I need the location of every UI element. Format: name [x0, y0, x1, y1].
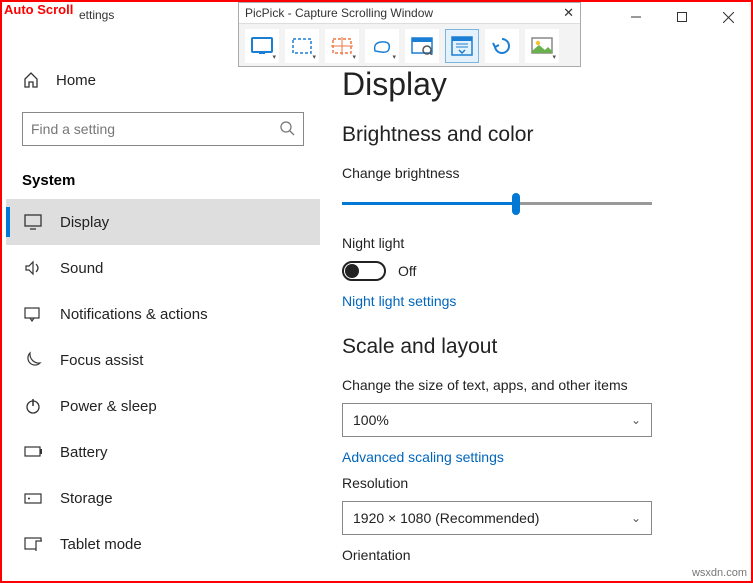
sidebar-item-battery[interactable]: Battery	[6, 429, 320, 475]
freehand-capture-button[interactable]: ▾	[365, 29, 399, 63]
display-icon	[24, 213, 42, 231]
sidebar-item-label: Tablet mode	[60, 536, 142, 553]
window-minimize-button[interactable]	[613, 3, 659, 31]
search-input[interactable]: Find a setting	[22, 112, 304, 146]
home-label: Home	[56, 72, 96, 89]
fullscreen-capture-button[interactable]: ▾	[245, 29, 279, 63]
scale-label: Change the size of text, apps, and other…	[342, 377, 715, 393]
brightness-section-heading: Brightness and color	[342, 123, 715, 147]
scale-value: 100%	[353, 412, 389, 428]
scale-dropdown[interactable]: 100% ⌄	[342, 403, 652, 437]
slider-thumb[interactable]	[512, 193, 520, 215]
scale-section-heading: Scale and layout	[342, 335, 715, 359]
chevron-down-icon: ⌄	[631, 511, 641, 525]
sidebar-item-label: Focus assist	[60, 352, 143, 369]
sidebar-item-label: Storage	[60, 490, 113, 507]
window-title: ettings	[79, 8, 114, 22]
auto-scroll-label: Auto Scroll	[3, 2, 74, 17]
nightlight-state: Off	[398, 263, 416, 279]
search-placeholder: Find a setting	[31, 121, 115, 137]
sidebar-item-label: Power & sleep	[60, 398, 157, 415]
repeat-capture-button[interactable]	[485, 29, 519, 63]
sidebar-item-display[interactable]: Display	[6, 199, 320, 245]
focus-assist-icon	[24, 351, 42, 369]
slider-fill	[342, 202, 516, 205]
brightness-label: Change brightness	[342, 165, 715, 181]
scrolling-window-capture-button[interactable]	[445, 29, 479, 63]
orientation-label: Orientation	[342, 547, 715, 563]
picpick-close-button[interactable]: ✕	[563, 5, 574, 21]
storage-icon	[24, 489, 42, 507]
sidebar-item-storage[interactable]: Storage	[6, 475, 320, 521]
settings-sidebar: Home Find a setting System Display Sound…	[6, 56, 320, 581]
picpick-title-text: PicPick - Capture Scrolling Window	[245, 6, 433, 20]
resolution-label: Resolution	[342, 475, 715, 491]
advanced-scaling-link[interactable]: Advanced scaling settings	[342, 449, 715, 465]
brightness-slider[interactable]	[342, 191, 652, 215]
toggle-knob	[345, 264, 359, 278]
chevron-down-icon: ⌄	[631, 413, 641, 427]
sidebar-item-power[interactable]: Power & sleep	[6, 383, 320, 429]
region-capture-button[interactable]: ▾	[285, 29, 319, 63]
nightlight-settings-link[interactable]: Night light settings	[342, 293, 715, 309]
window-close-button[interactable]	[705, 3, 751, 31]
sidebar-item-sound[interactable]: Sound	[6, 245, 320, 291]
resolution-value: 1920 × 1080 (Recommended)	[353, 510, 539, 526]
picpick-tool-row: ▾ ▾ ▾ ▾ ▾	[239, 24, 580, 68]
sidebar-item-focus-assist[interactable]: Focus assist	[6, 337, 320, 383]
window-maximize-button[interactable]	[659, 3, 705, 31]
window-capture-button[interactable]	[405, 29, 439, 63]
power-icon	[24, 397, 42, 415]
sidebar-item-notifications[interactable]: Notifications & actions	[6, 291, 320, 337]
picpick-toolbar: PicPick - Capture Scrolling Window ✕ ▾ ▾…	[238, 2, 581, 67]
battery-icon	[24, 443, 42, 461]
fixed-region-capture-button[interactable]: ▾	[325, 29, 359, 63]
page-title: Display	[342, 66, 715, 103]
sidebar-item-label: Notifications & actions	[60, 306, 208, 323]
search-icon	[279, 120, 295, 139]
image-options-button[interactable]: ▾	[525, 29, 559, 63]
picpick-titlebar[interactable]: PicPick - Capture Scrolling Window ✕	[239, 3, 580, 24]
tablet-mode-icon	[24, 535, 42, 553]
nightlight-toggle[interactable]	[342, 261, 386, 281]
watermark: wsxdn.com	[692, 567, 747, 579]
nav-list: Display Sound Notifications & actions Fo…	[6, 199, 320, 567]
resolution-dropdown[interactable]: 1920 × 1080 (Recommended) ⌄	[342, 501, 652, 535]
sidebar-item-tablet-mode[interactable]: Tablet mode	[6, 521, 320, 567]
sound-icon	[24, 259, 42, 277]
home-icon	[22, 71, 40, 89]
sidebar-item-label: Battery	[60, 444, 108, 461]
notifications-icon	[24, 305, 42, 323]
sidebar-item-label: Sound	[60, 260, 103, 277]
sidebar-item-label: Display	[60, 214, 109, 231]
nightlight-label: Night light	[342, 235, 715, 251]
section-heading: System	[6, 158, 320, 199]
main-panel: Display Brightness and color Change brig…	[342, 56, 745, 581]
